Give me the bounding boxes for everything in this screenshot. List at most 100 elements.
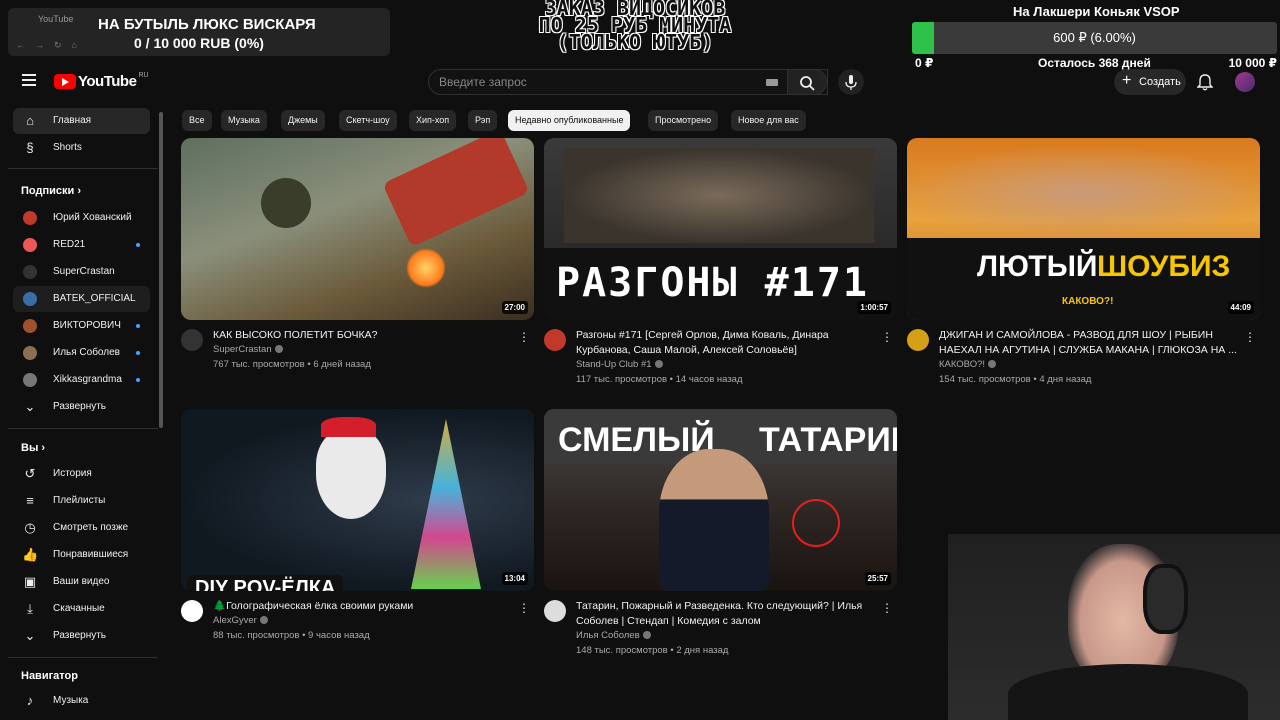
sidebar-expand[interactable]: ⌄ Развернуть (13, 623, 150, 649)
helmet-shape (261, 178, 311, 228)
channel-name[interactable]: SuperCrastan (213, 344, 283, 355)
channel-avatar (23, 346, 37, 360)
you-header[interactable]: Вы › (21, 442, 45, 454)
sidebar-channel[interactable]: RED21 (13, 232, 150, 258)
donation-progress: 0 / 10 000 RUB (0%) (134, 35, 264, 51)
sidebar-channel[interactable]: SuperCrastan (13, 259, 150, 285)
search-input[interactable] (439, 75, 759, 89)
sidebar-item-playlists[interactable]: ≡ Плейлисты (13, 488, 150, 514)
sidebar-item-your-videos[interactable]: ▣ Ваши видео (13, 569, 150, 595)
channel-name[interactable]: AlexGyver (213, 615, 268, 626)
video-title[interactable]: Татарин, Пожарный и Разведенка. Кто след… (576, 599, 876, 629)
youtube-logo[interactable]: YouTube RU (54, 72, 149, 90)
thumbnail-text: ЛЮТЫЙ (977, 250, 1098, 283)
sidebar-channel[interactable]: Юрий Хованский (13, 205, 150, 231)
verified-icon (988, 360, 997, 368)
channel-avatar[interactable] (544, 600, 566, 622)
sidebar-channel[interactable]: BATEK_OFFICIAL (13, 286, 150, 312)
chip[interactable]: Новое для вас (731, 110, 806, 131)
thumbnail-text: РАЗГОНЫ #171 (556, 260, 869, 306)
video-order-overlay: ЗАКАЗ ВИДОСИКОВ ПО 25 РУБ МИНУТА (ТОЛЬКО… (440, 0, 830, 56)
video-card[interactable]: DIY POV-ЁЛКА 13:04 🌲Голографическая ёлка… (181, 409, 534, 659)
chip[interactable]: Джемы (281, 110, 325, 131)
video-title[interactable]: КАК ВЫСОКО ПОЛЕТИТ БОЧКА? (213, 328, 513, 343)
sidebar-item-downloads[interactable]: ⤓ Скачанные (13, 596, 150, 622)
channel-name[interactable]: КАКОВО?! (939, 359, 997, 370)
sidebar-channel[interactable]: ВИКТОРОВИЧ (13, 313, 150, 339)
account-avatar[interactable] (1235, 72, 1255, 92)
video-thumbnail[interactable]: DIY POV-ЁЛКА 13:04 (181, 409, 534, 591)
webcam-overlay (948, 534, 1280, 720)
thumbnail-text: ШОУБИЗ (1097, 250, 1231, 283)
new-content-dot (136, 324, 140, 328)
plus-icon: + (1122, 72, 1132, 89)
channel-avatar (23, 211, 37, 225)
sidebar-item-music[interactable]: ♪ Музыка (13, 688, 150, 714)
sidebar-item-shorts[interactable]: § Shorts (13, 135, 150, 161)
more-options-icon[interactable]: ⋮ (518, 601, 530, 615)
sidebar-channel[interactable]: Илья Соболев (13, 340, 150, 366)
channel-avatar[interactable] (907, 329, 929, 351)
video-thumbnail[interactable]: ЛЮТЫЙ ШОУБИЗ КАКОВО?! 44:09 (907, 138, 1260, 320)
sidebar-item-home[interactable]: ⌂ Главная (13, 108, 150, 134)
chip[interactable]: Все (182, 110, 212, 131)
video-thumbnail[interactable]: 27:00 (181, 138, 534, 320)
video-icon: ▣ (23, 574, 37, 589)
browser-tab: YouTube (38, 14, 74, 24)
notifications-button[interactable] (1196, 73, 1214, 96)
sidebar-expand[interactable]: ⌄ Развернуть (13, 394, 150, 420)
sidebar-item-liked[interactable]: 👍 Понравившиеся (13, 542, 150, 568)
chip[interactable]: Скетч-шоу (339, 110, 397, 131)
video-title[interactable]: ДЖИГАН И САМОЙЛОВА - РАЗВОД ДЛЯ ШОУ | РЫ… (939, 328, 1239, 358)
voice-search-button[interactable] (838, 69, 864, 95)
navigator-header: Навигатор (21, 670, 78, 682)
video-card[interactable]: ЛЮТЫЙ ШОУБИЗ КАКОВО?! 44:09 ДЖИГАН И САМ… (907, 138, 1260, 385)
video-card[interactable]: СМЕЛЫЙ ТАТАРИН 25:57 Татарин, Пожарный и… (544, 409, 897, 669)
more-options-icon[interactable]: ⋮ (518, 330, 530, 344)
menu-icon[interactable] (22, 74, 36, 86)
more-options-icon[interactable]: ⋮ (881, 601, 893, 615)
search-box (428, 69, 828, 95)
sidebar-channel[interactable]: Xikkasgrandma (13, 367, 150, 393)
channel-avatar[interactable] (181, 600, 203, 622)
home-icon: ⌂ (26, 113, 34, 128)
chip-selected[interactable]: Недавно опубликованные (508, 110, 631, 131)
chip[interactable]: Хип-хоп (409, 110, 457, 131)
new-content-dot (136, 243, 140, 247)
sidebar-item-watch-later[interactable]: ◷ Смотреть позже (13, 515, 150, 541)
more-options-icon[interactable]: ⋮ (881, 330, 893, 344)
more-options-icon[interactable]: ⋮ (1244, 330, 1256, 344)
sidebar-scrollbar[interactable] (159, 112, 163, 428)
chip[interactable]: Рэп (468, 110, 498, 131)
video-thumbnail[interactable]: СМЕЛЫЙ ТАТАРИН 25:57 (544, 409, 897, 591)
channel-name[interactable]: Илья Соболев (576, 630, 651, 641)
channel-avatar[interactable] (181, 329, 203, 351)
video-meta: 88 тыс. просмотров • 9 часов назад (213, 630, 370, 641)
music-icon: ♪ (26, 693, 34, 708)
channel-avatar[interactable] (544, 329, 566, 351)
goal-max: 10 000 ₽ (1228, 56, 1277, 70)
verified-icon (654, 360, 663, 368)
video-card[interactable]: РАЗГОНЫ #171 1:00:57 Разгоны #171 [Серге… (544, 138, 897, 388)
video-title[interactable]: Разгоны #171 [Сергей Орлов, Дима Коваль,… (576, 328, 876, 358)
video-title[interactable]: 🌲Голографическая ёлка своими руками (213, 599, 513, 614)
video-card[interactable]: 27:00 КАК ВЫСОКО ПОЛЕТИТ БОЧКА? SuperCra… (181, 138, 534, 378)
divider (8, 657, 158, 658)
christmas-tree-shape (411, 419, 481, 589)
chip[interactable]: Просмотрено (648, 110, 719, 131)
duration-badge: 1:00:57 (857, 301, 891, 314)
keyboard-icon[interactable] (766, 79, 778, 86)
channel-name[interactable]: Stand-Up Club #1 (576, 359, 663, 370)
thumbnail-logo: КАКОВО?! (1062, 296, 1114, 307)
duration-badge: 27:00 (501, 301, 528, 314)
create-button[interactable]: + Создать (1114, 69, 1186, 95)
video-thumbnail[interactable]: РАЗГОНЫ #171 1:00:57 (544, 138, 897, 320)
thumbnail-text: DIY POV-ЁЛКА (187, 575, 344, 591)
goal-progress-bar: 600 ₽ (6.00%) (912, 22, 1277, 54)
subscriptions-header[interactable]: Подписки › (21, 185, 81, 197)
chip[interactable]: Музыка (221, 110, 267, 131)
chevron-down-icon: ⌄ (24, 399, 36, 414)
sidebar-item-history[interactable]: ↺ История (13, 461, 150, 487)
video-meta: 148 тыс. просмотров • 2 дня назад (576, 645, 729, 656)
search-button[interactable] (787, 69, 827, 95)
